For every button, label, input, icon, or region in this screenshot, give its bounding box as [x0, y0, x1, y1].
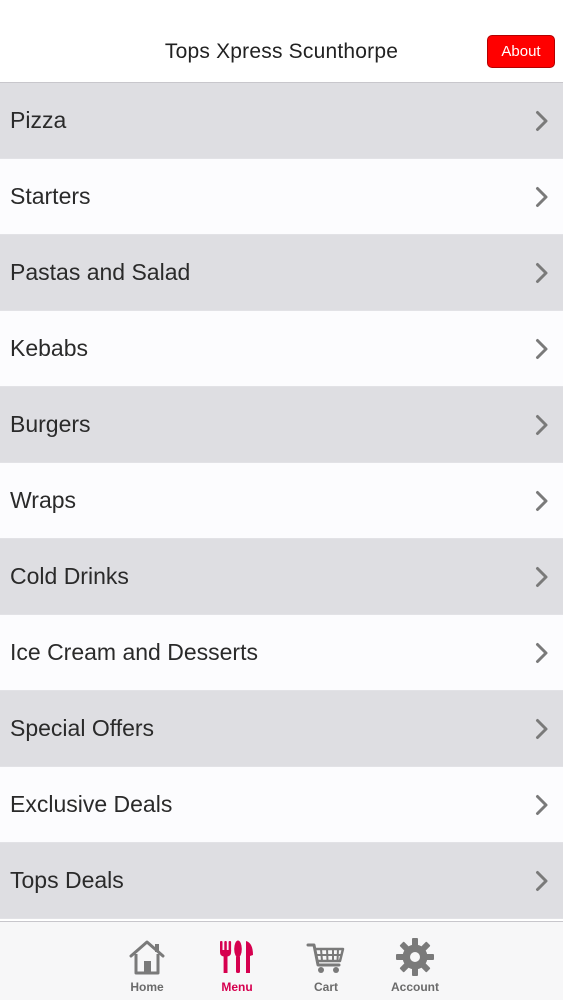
menu-item-ice-cream-and-desserts[interactable]: Ice Cream and Desserts [0, 615, 563, 691]
menu-item-pizza[interactable]: Pizza [0, 83, 563, 159]
chevron-right-icon [536, 338, 548, 359]
fork-knife-icon [220, 940, 253, 973]
tab-account[interactable]: Account [375, 922, 455, 1001]
tab-bar: Home Menu Cart Account [0, 921, 563, 1000]
menu-item-kebabs[interactable]: Kebabs [0, 311, 563, 387]
page-title: Tops Xpress Scunthorpe [164, 40, 399, 63]
menu-item-label: Pastas and Salad [10, 259, 191, 285]
menu-item-label: Exclusive Deals [10, 791, 173, 817]
tab-label: Cart [313, 980, 338, 994]
menu-item-label: Kebabs [10, 335, 89, 361]
header-bar: Tops Xpress Scunthorpe About [0, 0, 563, 83]
menu-item-exclusive-deals[interactable]: Exclusive Deals [0, 767, 563, 843]
tab-label: Menu [221, 980, 253, 994]
chevron-right-icon [536, 186, 548, 207]
menu-item-label: Special Offers [10, 715, 155, 741]
menu-item-label: Ice Cream and Desserts [10, 639, 258, 665]
menu-item-label: Pizza [10, 107, 67, 133]
tab-label: Account [391, 980, 439, 994]
menu-item-label: Starters [10, 183, 91, 209]
chevron-right-icon [536, 870, 548, 891]
tab-cart[interactable]: Cart [286, 922, 366, 1001]
menu-item-burgers[interactable]: Burgers [0, 387, 563, 463]
tab-label: Home [130, 980, 164, 994]
cart-icon [306, 943, 345, 973]
chevron-right-icon [536, 566, 548, 587]
chevron-right-icon [536, 642, 548, 663]
menu-item-label: Wraps [10, 487, 77, 513]
chevron-right-icon [536, 490, 548, 511]
gear-icon [396, 938, 434, 976]
tab-menu[interactable]: Menu [197, 922, 277, 1001]
menu-item-cold-drinks[interactable]: Cold Drinks [0, 539, 563, 615]
home-icon [129, 940, 165, 975]
about-button[interactable]: About [487, 35, 555, 68]
menu-item-pastas-and-salad[interactable]: Pastas and Salad [0, 235, 563, 311]
menu-item-tops-deals[interactable]: Tops Deals [0, 843, 563, 919]
chevron-right-icon [536, 718, 548, 739]
menu-list: Pizza Starters Pastas and Salad Kebabs B… [0, 83, 563, 919]
chevron-right-icon [536, 110, 548, 131]
menu-item-label: Tops Deals [10, 867, 124, 893]
menu-item-label: Cold Drinks [10, 563, 129, 589]
chevron-right-icon [536, 262, 548, 283]
tab-home[interactable]: Home [107, 922, 187, 1001]
chevron-right-icon [536, 414, 548, 435]
chevron-right-icon [536, 794, 548, 815]
menu-item-starters[interactable]: Starters [0, 159, 563, 235]
menu-item-label: Burgers [10, 411, 91, 437]
menu-item-wraps[interactable]: Wraps [0, 463, 563, 539]
menu-item-special-offers[interactable]: Special Offers [0, 691, 563, 767]
